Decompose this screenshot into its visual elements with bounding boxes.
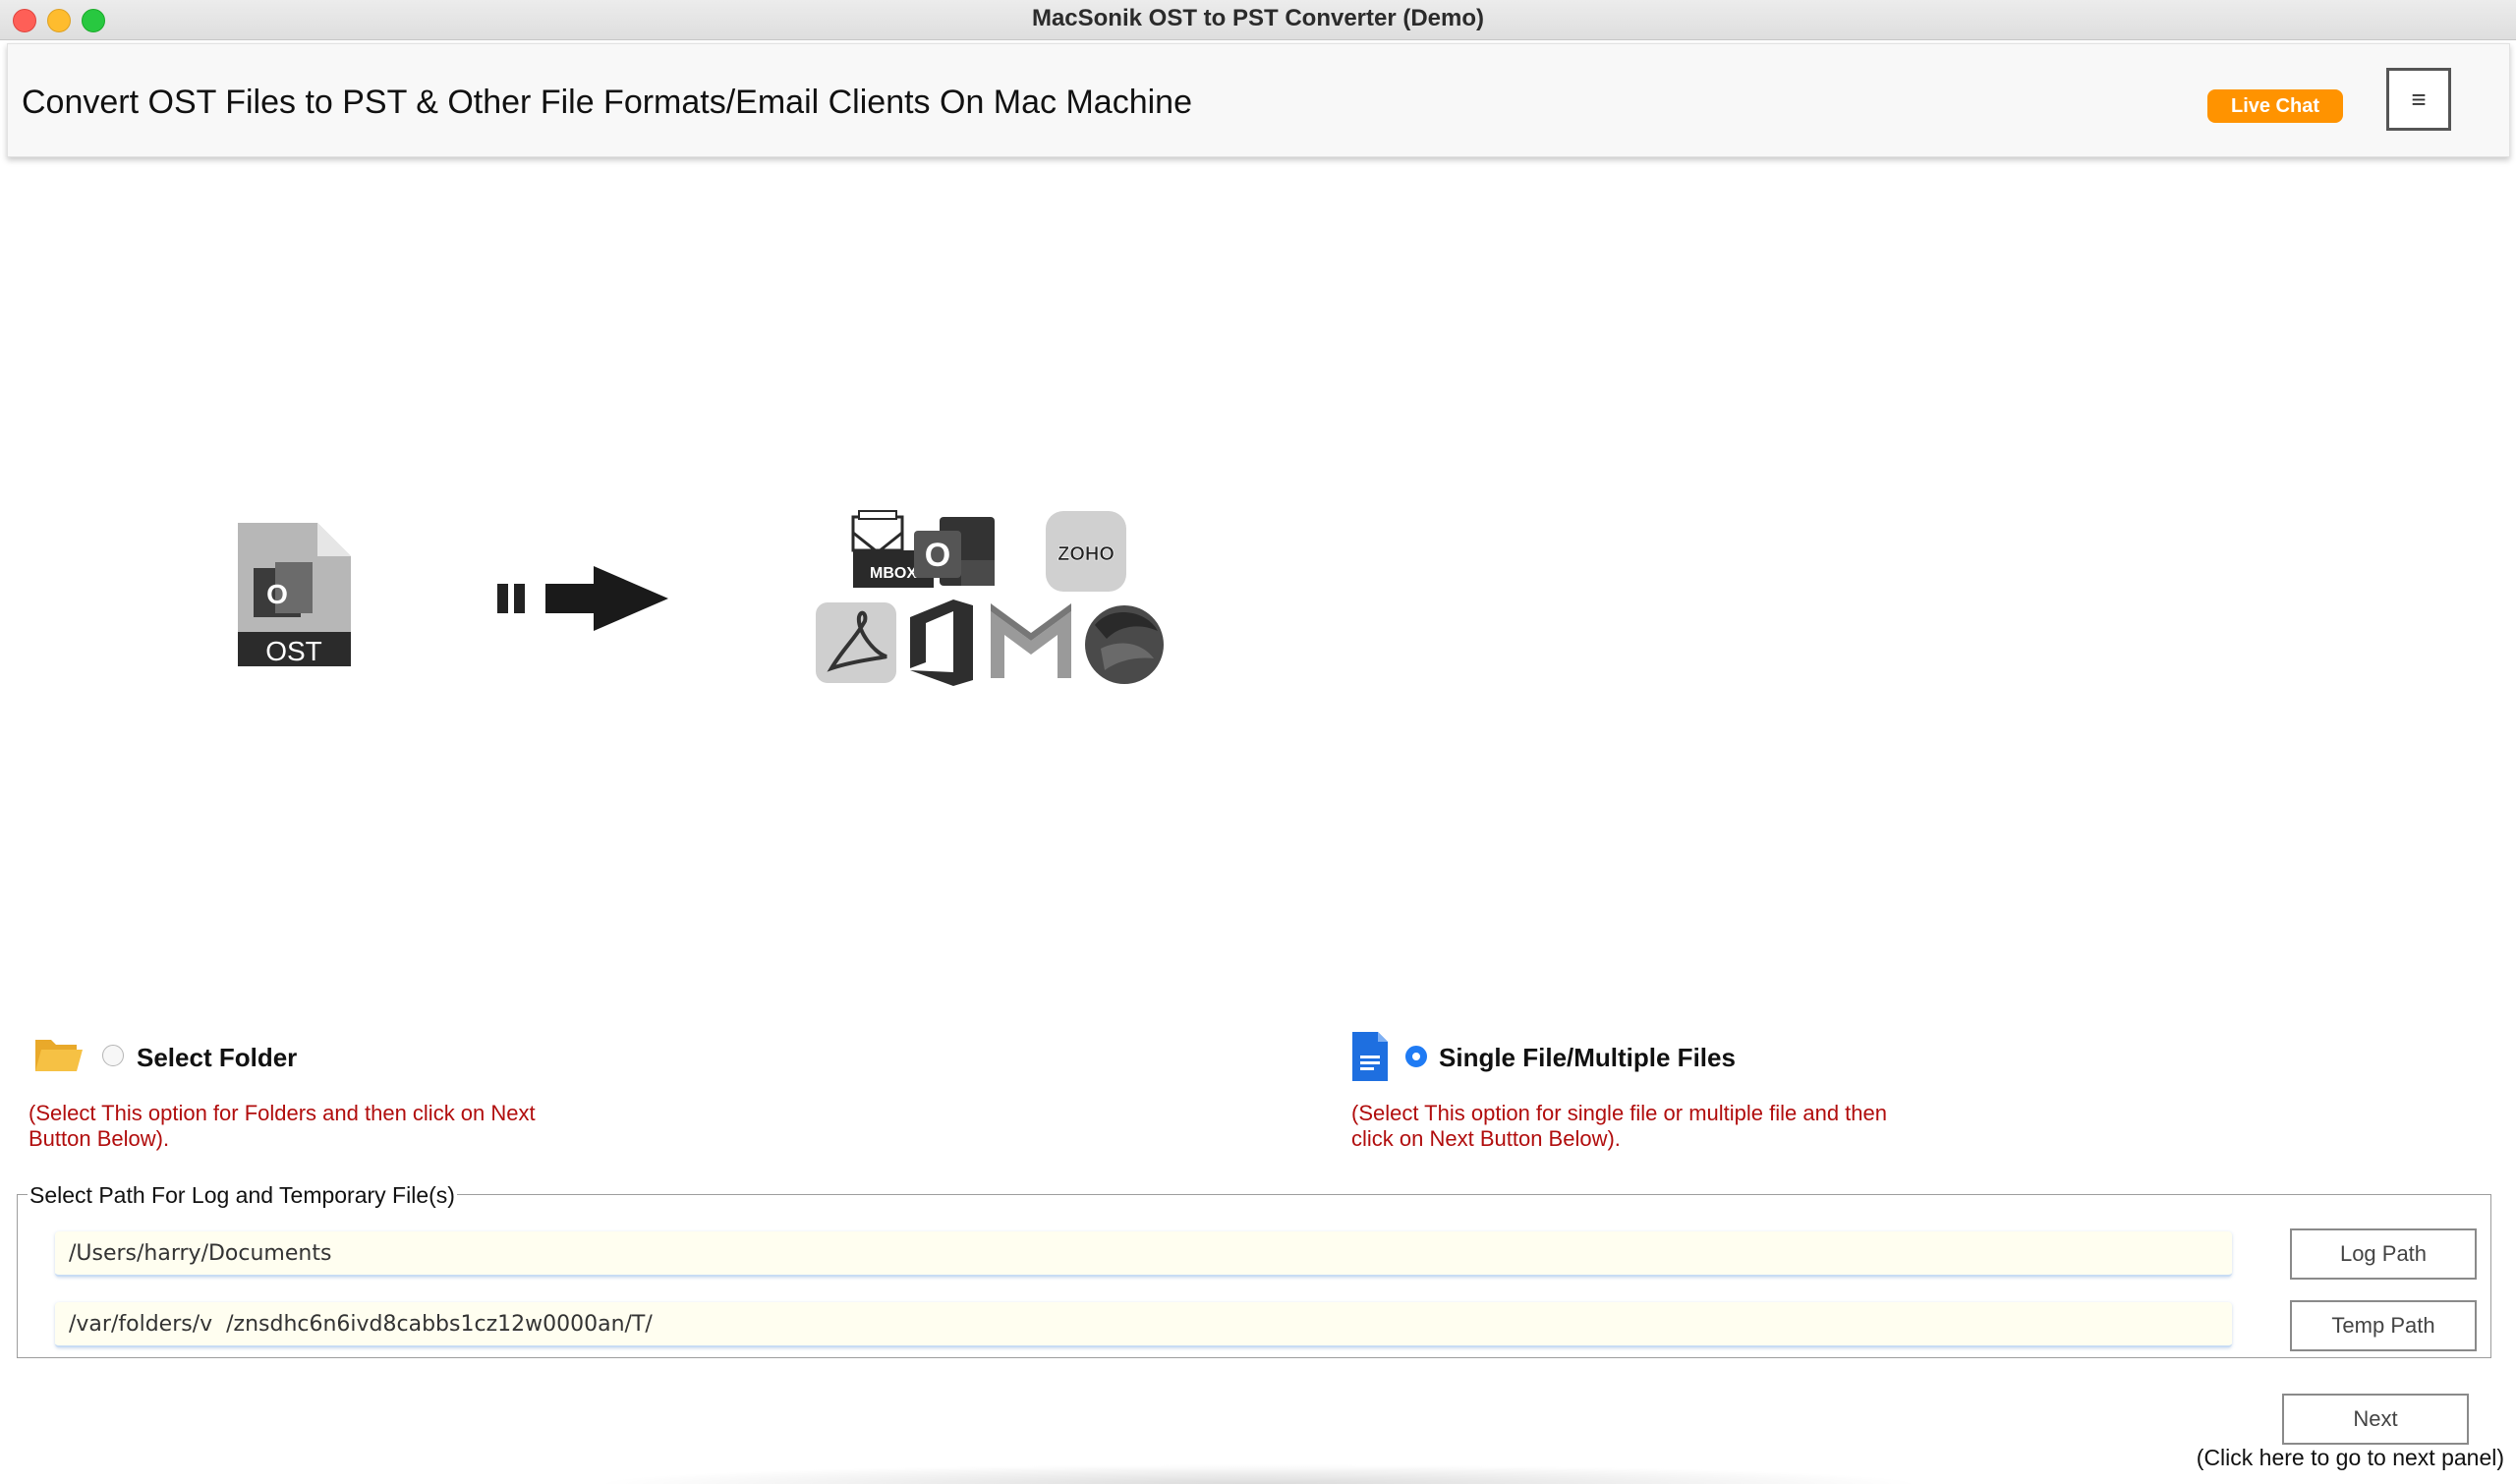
outlook-icon: O [914, 517, 995, 586]
svg-text:O: O [266, 579, 288, 609]
svg-text:OST: OST [265, 636, 322, 666]
window-title: MacSonik OST to PST Converter (Demo) [1031, 5, 1485, 31]
log-path-field[interactable] [55, 1231, 2232, 1277]
path-fieldset-legend: Select Path For Log and Temporary File(s… [28, 1182, 457, 1209]
svg-text:O: O [925, 537, 950, 574]
svg-text:ZOHO: ZOHO [1058, 543, 1115, 565]
temp-path-field[interactable] [55, 1302, 2232, 1347]
header-banner: Convert OST Files to PST & Other File Fo… [7, 43, 2510, 157]
gmail-icon [991, 603, 1071, 678]
single-multiple-files-help-line2: click on Next Button Below). [1351, 1126, 1621, 1151]
svg-text:MBOX: MBOX [870, 565, 917, 582]
select-folder-radio[interactable] [102, 1045, 124, 1066]
live-chat-button[interactable]: Live Chat [2207, 89, 2343, 123]
document-icon [1352, 1032, 1388, 1081]
log-path-button[interactable]: Log Path [2290, 1228, 2477, 1280]
folder-icon [35, 1040, 83, 1071]
pdf-icon [816, 602, 896, 683]
bottom-shadow [590, 1464, 1926, 1484]
temp-path-button[interactable]: Temp Path [2290, 1300, 2477, 1351]
hamburger-menu-button[interactable]: ≡ [2386, 68, 2451, 131]
single-multiple-files-help-line1: (Select This option for single file or m… [1351, 1101, 1887, 1125]
select-folder-help: (Select This option for Folders and then… [29, 1101, 536, 1152]
next-hint-text: (Click here to go to next panel) [2196, 1445, 2504, 1470]
ost-file-icon: O OST [238, 523, 351, 666]
single-multiple-files-help: (Select This option for single file or m… [1351, 1101, 1887, 1152]
select-folder-help-line1: (Select This option for Folders and then… [29, 1101, 536, 1125]
conversion-graphic: O OST MBOX O ZOHO [238, 510, 1164, 686]
select-folder-label[interactable]: Select Folder [137, 1043, 297, 1073]
arrow-right-icon [497, 566, 668, 631]
select-folder-help-line2: Button Below). [29, 1126, 170, 1151]
next-button[interactable]: Next [2282, 1394, 2469, 1445]
office-icon [910, 599, 973, 686]
thunderbird-icon [1085, 605, 1164, 684]
page-title: Convert OST Files to PST & Other File Fo… [22, 84, 1192, 121]
single-multiple-files-radio[interactable] [1405, 1046, 1427, 1067]
window-titlebar: MacSonik OST to PST Converter (Demo) [0, 0, 2516, 40]
single-multiple-files-label[interactable]: Single File/Multiple Files [1439, 1043, 1736, 1073]
zoho-icon: ZOHO [1046, 511, 1126, 592]
menu-icon: ≡ [2411, 84, 2427, 114]
